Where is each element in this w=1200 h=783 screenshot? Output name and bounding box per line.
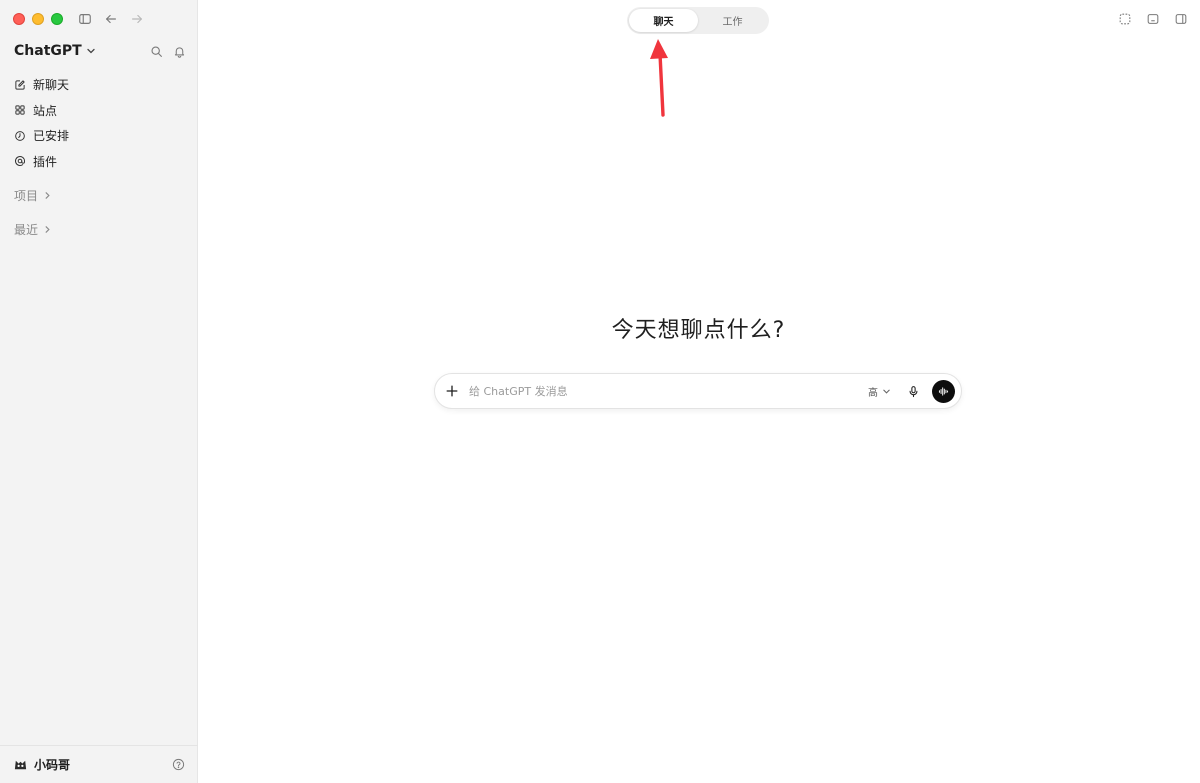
chevron-right-icon xyxy=(45,192,50,199)
bell-icon[interactable] xyxy=(173,45,186,58)
sidebar-item-label: 站点 xyxy=(33,103,58,118)
close-window-button[interactable] xyxy=(13,13,25,25)
microphone-icon[interactable] xyxy=(907,385,920,398)
brand-actions xyxy=(150,45,186,58)
section-recent[interactable]: 最近 xyxy=(14,221,52,238)
sidebar: ChatGPT 新聊天 站点 已安排 插件 项目 最近 小码哥 xyxy=(0,0,198,783)
annotation-arrow-icon xyxy=(650,39,668,117)
username: 小码哥 xyxy=(34,758,71,772)
section-label: 最近 xyxy=(14,223,39,237)
sidebar-toggle-icon[interactable] xyxy=(76,10,94,28)
sidebar-item-label: 新聊天 xyxy=(33,78,70,93)
traffic-lights xyxy=(13,13,63,25)
plus-icon[interactable] xyxy=(445,384,459,398)
at-icon xyxy=(15,156,25,167)
message-composer: 高 xyxy=(434,373,962,409)
model-select-label: 高 xyxy=(868,387,878,399)
sidebar-item-label: 已安排 xyxy=(33,129,70,144)
sidebar-item-scheduled[interactable]: 已安排 xyxy=(8,123,190,149)
search-icon[interactable] xyxy=(150,45,163,58)
brand-label: ChatGPT xyxy=(14,43,82,59)
chevron-down-icon xyxy=(87,48,95,54)
minimize-window-button[interactable] xyxy=(32,13,44,25)
main-content: 聊天 工作 今天想聊点什么? 高 xyxy=(198,0,1200,783)
sidebar-item-plugins[interactable]: 插件 xyxy=(8,149,190,175)
sidebar-item-sites[interactable]: 站点 xyxy=(8,98,190,124)
avatar xyxy=(13,757,28,772)
page-title: 今天想聊点什么? xyxy=(611,318,786,343)
back-arrow-icon[interactable] xyxy=(102,10,120,28)
sidebar-footer[interactable]: 小码哥 xyxy=(0,745,198,783)
edit-icon xyxy=(15,80,25,90)
clock-icon xyxy=(15,130,25,141)
chevron-right-icon xyxy=(45,226,50,233)
mini-window-icon[interactable] xyxy=(1146,12,1160,26)
voice-mode-icon xyxy=(938,386,949,396)
tab-chat[interactable]: 聊天 xyxy=(629,9,698,32)
sidebar-nav: 新聊天 站点 已安排 插件 xyxy=(8,72,190,174)
section-label: 项目 xyxy=(14,189,39,203)
app-window: ChatGPT 新聊天 站点 已安排 插件 项目 最近 小码哥 聊天 工作 今天… xyxy=(0,0,1200,783)
model-select[interactable]: 高 xyxy=(868,384,891,399)
sidebar-item-label: 插件 xyxy=(33,154,58,169)
window-actions xyxy=(1118,12,1188,26)
model-switcher[interactable]: ChatGPT xyxy=(14,43,96,59)
message-input[interactable] xyxy=(469,381,868,401)
forward-arrow-icon[interactable] xyxy=(128,10,146,28)
zoom-window-button[interactable] xyxy=(51,13,63,25)
screenshot-icon[interactable] xyxy=(1118,12,1132,26)
tab-work[interactable]: 工作 xyxy=(698,9,767,32)
help-icon[interactable] xyxy=(172,758,185,771)
chevron-down-icon xyxy=(883,389,890,394)
sidebar-item-new-chat[interactable]: 新聊天 xyxy=(8,72,190,98)
grid-icon xyxy=(15,105,25,115)
mode-toggle: 聊天 工作 xyxy=(627,7,769,34)
brand-row: ChatGPT xyxy=(14,40,186,62)
sidebar-right-icon[interactable] xyxy=(1174,12,1188,26)
section-projects[interactable]: 项目 xyxy=(14,187,52,204)
voice-mode-button[interactable] xyxy=(932,379,955,403)
sidebar-top-toolbar xyxy=(76,10,146,28)
